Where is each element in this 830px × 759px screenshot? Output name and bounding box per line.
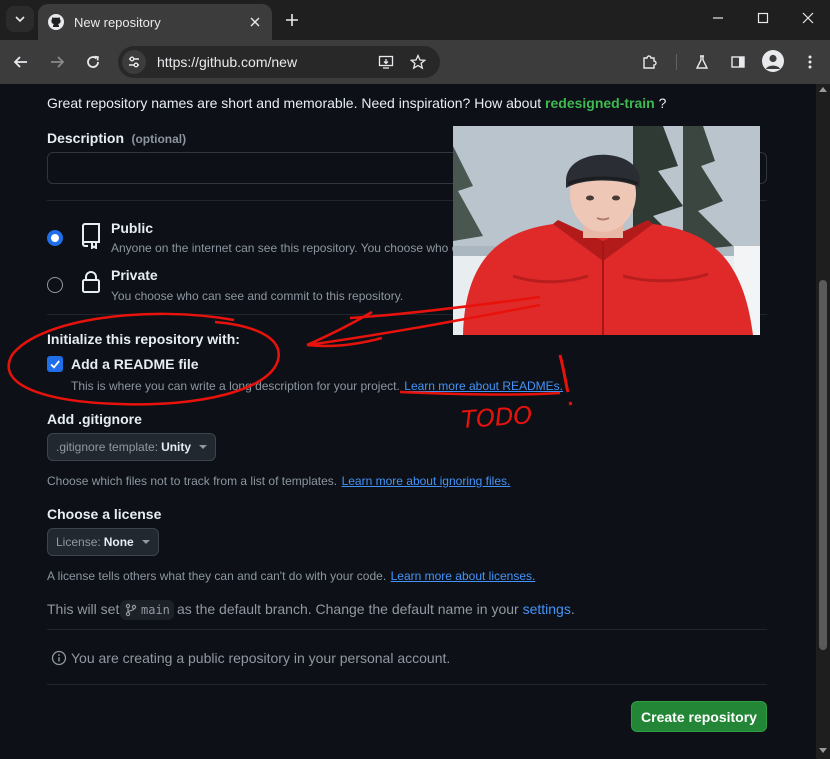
- close-window-button[interactable]: [786, 0, 830, 36]
- pasted-photo: [453, 126, 760, 335]
- public-radio[interactable]: [47, 230, 63, 246]
- tab-search-button[interactable]: [6, 6, 34, 32]
- close-icon: [250, 17, 260, 27]
- toolbar-divider: [676, 54, 677, 70]
- public-notice: You are creating a public repository in …: [71, 650, 451, 666]
- puzzle-icon: [643, 55, 657, 69]
- git-branch-icon: [125, 603, 137, 617]
- gitignore-heading: Add .gitignore: [47, 411, 142, 427]
- github-logo-icon: [48, 14, 64, 30]
- scrollbar-thumb[interactable]: [819, 280, 827, 650]
- branch-end: .: [570, 601, 575, 617]
- private-radio[interactable]: [47, 277, 63, 293]
- more-vert-icon: [808, 55, 812, 69]
- name-suggestion-link[interactable]: redesigned-train: [545, 95, 655, 111]
- plus-icon: [286, 14, 298, 26]
- star-icon: [410, 54, 426, 70]
- gitignore-template-select[interactable]: .gitignore template: Unity: [47, 433, 217, 461]
- caret-down-icon: [199, 445, 208, 449]
- labs-button[interactable]: [690, 50, 714, 74]
- close-icon: [802, 12, 814, 24]
- name-hint-end: ?: [658, 95, 667, 111]
- gitignore-help: Choose which files not to track from a l…: [47, 472, 510, 490]
- gitignore-learn-more-link[interactable]: Learn more about ignoring files.: [342, 474, 511, 488]
- caret-down-icon: [141, 540, 150, 544]
- license-help: A license tells others what they can and…: [47, 567, 535, 585]
- divider: [47, 684, 767, 685]
- chrome-menu-button[interactable]: [798, 50, 822, 74]
- readme-checkbox[interactable]: [47, 356, 63, 372]
- license-select-label: License:: [56, 535, 101, 549]
- profile-avatar[interactable]: [762, 50, 784, 72]
- public-label: Public: [111, 220, 154, 236]
- branch-suffix: as the default branch. Change the defaul…: [177, 601, 575, 617]
- chevron-down-icon: [15, 16, 25, 23]
- init-heading: Initialize this repository with:: [47, 331, 240, 347]
- readme-learn-more-link[interactable]: Learn more about READMEs.: [404, 379, 563, 393]
- side-panel-button[interactable]: [726, 50, 750, 74]
- gitignore-select-value: Unity: [161, 440, 192, 454]
- gitignore-description: Choose which files not to track from a l…: [47, 474, 338, 488]
- license-heading: Choose a license: [47, 506, 162, 522]
- branch-prefix: This will set: [47, 601, 120, 617]
- description-label: Description (optional): [47, 130, 186, 148]
- browser-tab-active[interactable]: New repository: [38, 4, 272, 40]
- lock-icon: [82, 271, 100, 293]
- arrow-left-icon: [13, 56, 27, 68]
- description-label-text: Description: [47, 130, 125, 146]
- public-description: Anyone on the internet can see this repo…: [111, 241, 453, 255]
- readme-help: This is where you can write a long descr…: [71, 377, 563, 395]
- minimize-button[interactable]: [696, 0, 740, 36]
- license-select-value: None: [103, 535, 134, 549]
- settings-link[interactable]: settings: [523, 601, 571, 617]
- gitignore-select-label: .gitignore template:: [56, 440, 159, 454]
- divider: [47, 629, 767, 630]
- optional-tag: (optional): [131, 132, 187, 146]
- name-hint-text: Great repository names are short and mem…: [47, 95, 542, 111]
- url-text[interactable]: https://github.com/new: [157, 54, 297, 70]
- person-photo-image: [453, 126, 760, 335]
- maximize-button[interactable]: [741, 0, 785, 36]
- repo-icon: [82, 223, 100, 249]
- reload-icon: [87, 55, 99, 68]
- tune-icon: [129, 56, 139, 68]
- bookmark-button[interactable]: [407, 51, 429, 73]
- install-app-button[interactable]: [375, 51, 397, 73]
- private-label: Private: [111, 267, 158, 283]
- readme-description: This is where you can write a long descr…: [71, 379, 400, 393]
- new-tab-button[interactable]: [280, 8, 304, 32]
- tab-title: New repository: [74, 14, 161, 30]
- back-button[interactable]: [9, 50, 33, 74]
- reload-button[interactable]: [81, 50, 105, 74]
- arrow-right-icon: [51, 56, 65, 68]
- browser-tabstrip: New repository: [0, 0, 830, 40]
- check-icon: [50, 360, 60, 369]
- default-branch-pill: main: [120, 600, 174, 620]
- info-icon: [51, 650, 67, 666]
- license-description: A license tells others what they can and…: [47, 569, 387, 583]
- private-description: You choose who can see and commit to thi…: [111, 289, 404, 303]
- tab-close-button[interactable]: [244, 11, 266, 33]
- install-icon: [378, 55, 394, 69]
- site-info-button[interactable]: [122, 50, 146, 74]
- readme-label: Add a README file: [71, 356, 199, 372]
- license-learn-more-link[interactable]: Learn more about licenses.: [391, 569, 536, 583]
- name-hint: Great repository names are short and mem…: [47, 95, 666, 111]
- license-select[interactable]: License: None: [47, 528, 159, 556]
- person-icon: [766, 54, 780, 69]
- branch-name: main: [141, 603, 170, 617]
- flask-icon: [695, 55, 709, 69]
- scroll-up-arrow-icon[interactable]: [819, 87, 827, 92]
- branch-suffix-text: as the default branch. Change the defaul…: [177, 601, 519, 617]
- maximize-icon: [757, 12, 769, 24]
- forward-button[interactable]: [45, 50, 69, 74]
- extensions-button[interactable]: [637, 50, 661, 74]
- side-panel-icon: [731, 56, 745, 68]
- scroll-down-arrow-icon[interactable]: [819, 748, 827, 753]
- minimize-icon: [713, 17, 723, 19]
- create-repository-button[interactable]: Create repository: [631, 701, 767, 732]
